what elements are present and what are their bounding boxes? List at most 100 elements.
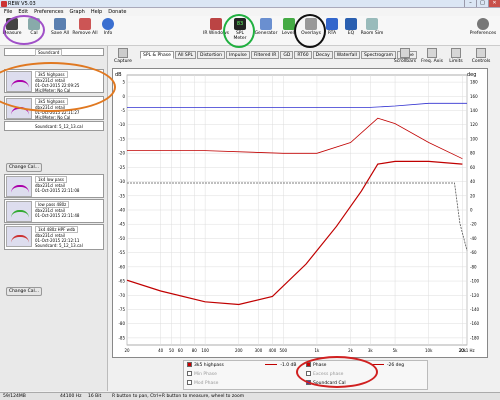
- ir-windows-button[interactable]: IR Windows: [203, 18, 229, 36]
- measurement-item[interactable]: low pass 480z dbx231cl retail 01-Oct-201…: [4, 199, 104, 223]
- cal-button[interactable]: Cal: [24, 18, 44, 36]
- change-cal-button[interactable]: Change Cal...: [6, 287, 42, 296]
- tab-spectrogram[interactable]: Spectrogram: [360, 51, 397, 59]
- legend-row[interactable]: Mod Phase: [187, 380, 218, 388]
- legend-row[interactable]: Phase -26 deg: [306, 362, 404, 370]
- info-button[interactable]: Info: [98, 18, 118, 36]
- levels-button[interactable]: Levels: [279, 18, 299, 36]
- menu-preferences[interactable]: Preferences: [34, 8, 63, 16]
- menu-edit[interactable]: Edit: [18, 8, 28, 16]
- scrollbars-button[interactable]: Scrollbars: [392, 48, 418, 64]
- menu-graph[interactable]: Graph: [69, 8, 84, 16]
- generator-button[interactable]: Generator: [254, 18, 278, 36]
- y2-axis-ticks: 180 160 140 120 100 80 60 40 20 0 -20 -40 -60 -80 -100…: [470, 80, 480, 341]
- y-tick-label: -80: [118, 321, 125, 326]
- legend-checkbox[interactable]: [187, 380, 192, 385]
- measurement-thumbnail: [6, 226, 32, 247]
- legend-value: -26 deg: [386, 363, 405, 368]
- measurement-item[interactable]: 1k4 low pass dbx231cl retail 01-Oct-2015…: [4, 174, 104, 198]
- bit-depth: 16 Bit: [88, 394, 102, 399]
- legend-row[interactable]: Excess phase: [306, 371, 343, 379]
- tab-impulse[interactable]: Impulse: [226, 51, 250, 59]
- y-tick-label: -5: [121, 108, 125, 113]
- tab-rt60[interactable]: RT60: [294, 51, 312, 59]
- legend-row[interactable]: Soundcard Cal: [306, 380, 346, 388]
- measurement-soundcard-cal: Soundcard: 5_12_13.cal: [35, 243, 83, 248]
- eq-icon: [345, 18, 357, 30]
- spl-meter-button[interactable]: 83 SPL Meter: [229, 18, 251, 41]
- room-sim-button[interactable]: Room Sim: [360, 18, 384, 36]
- graph-canvas[interactable]: 50-5-10-15-20-25-30-35-40-45-50-55-60-65…: [113, 69, 489, 359]
- measure-button[interactable]: Measure: [2, 18, 22, 36]
- x-tick-label: 100: [201, 348, 209, 353]
- y2-tick-label: -60: [470, 250, 477, 255]
- y-tick-label: -55: [118, 250, 125, 255]
- measurement-item[interactable]: 1k4 480z HPF wdb dbx231cl retail 01-Oct-…: [4, 224, 104, 250]
- spl-meter-icon: 83: [234, 18, 246, 30]
- measurement-item[interactable]: 3k5 highpass dbx231cl retail 01-Oct-2015…: [4, 96, 104, 120]
- capture-button[interactable]: Capture: [112, 48, 134, 64]
- spl-phase-graph[interactable]: 5 0 -5 -10 -15 -20 -25 -30 -35 -40 -45 -50 -55 -60 -65…: [112, 68, 488, 358]
- x-axis-ticks: 20 40 50 60 80 100 200 300 400 500 1k 2k 3k 5k 10k 20k2…: [124, 348, 474, 353]
- legend-checkbox[interactable]: [306, 371, 311, 376]
- x-tick-label: 500: [279, 348, 287, 353]
- tab-all-spl[interactable]: All SPL: [174, 51, 196, 59]
- y2-tick-label: -120: [470, 293, 480, 298]
- mic-icon: [6, 18, 18, 30]
- measurement-name[interactable]: 3k5 highpass: [35, 98, 68, 105]
- legend-swatch: [265, 364, 278, 365]
- change-cal-button[interactable]: Change Cal...: [6, 163, 42, 172]
- measurement-soundcard[interactable]: Soundcard: [4, 48, 104, 56]
- menu-donate[interactable]: Donate: [108, 8, 126, 16]
- legend-swatch: [371, 364, 384, 365]
- measurement-cal-line: Soundcard: 5_12_13.cal: [4, 121, 104, 131]
- y2-tick-label: 140: [470, 108, 478, 113]
- levels-icon: [283, 18, 295, 30]
- menu-file[interactable]: File: [4, 8, 12, 16]
- tab-waterfall[interactable]: Waterfall: [333, 51, 360, 59]
- rta-button[interactable]: RTA: [322, 18, 342, 36]
- measurement-name[interactable]: 1k4 low pass: [35, 176, 67, 183]
- legend-checkbox[interactable]: [187, 362, 192, 367]
- ir-windows-icon: [210, 18, 222, 30]
- tab-filtered-ir[interactable]: Filtered IR: [250, 51, 280, 59]
- legend-row[interactable]: 3k5 highpass -1.0 dB: [187, 362, 296, 370]
- y2-tick-label: -80: [470, 264, 477, 269]
- measurement-name[interactable]: 1k4 480z HPF wdb: [35, 226, 79, 233]
- y2-tick-label: 180: [470, 80, 478, 85]
- remove-all-button[interactable]: Remove All: [72, 18, 98, 36]
- overlays-icon: [305, 18, 317, 30]
- y-axis-label: dB: [115, 72, 122, 78]
- tab-decay[interactable]: Decay: [312, 51, 333, 59]
- tab-gd[interactable]: GD: [280, 51, 294, 59]
- maximize-button[interactable]: □: [476, 0, 488, 7]
- menu-help[interactable]: Help: [91, 8, 102, 16]
- x-tick-label: 200: [235, 348, 243, 353]
- measurement-name[interactable]: low pass 480z: [35, 201, 70, 208]
- measurement-name[interactable]: 3k5 highpass: [35, 71, 68, 78]
- freq-axis-button[interactable]: Freq. Axis: [420, 48, 444, 64]
- camera-icon: [118, 48, 128, 58]
- eq-button[interactable]: EQ: [341, 18, 361, 36]
- measurement-name[interactable]: Soundcard: [35, 49, 63, 56]
- limits-button[interactable]: Limits: [446, 48, 466, 64]
- y2-tick-label: 80: [470, 151, 476, 156]
- minimize-button[interactable]: –: [464, 0, 476, 7]
- y-tick-label: -15: [118, 136, 125, 141]
- legend-checkbox[interactable]: [187, 371, 192, 376]
- gear-icon: [477, 18, 489, 30]
- close-button[interactable]: ✕: [488, 0, 500, 7]
- tab-spl-phase[interactable]: SPL & Phase: [140, 51, 174, 59]
- save-all-button[interactable]: Save All: [50, 18, 70, 36]
- tab-distortion[interactable]: Distortion: [196, 51, 226, 59]
- legend-checkbox[interactable]: [306, 362, 311, 367]
- legend-name: Mod Phase: [194, 381, 219, 386]
- controls-button[interactable]: Controls: [468, 48, 494, 64]
- preferences-button[interactable]: Preferences: [468, 18, 498, 36]
- legend-checkbox[interactable]: [306, 380, 311, 385]
- measurement-item[interactable]: 3k5 highpass dbx231cl retail 01-Oct-2015…: [4, 69, 104, 93]
- y-tick-label: -35: [118, 193, 125, 198]
- legend-row[interactable]: Min Phase: [187, 371, 217, 379]
- legend-name: Min Phase: [194, 372, 217, 377]
- overlays-button[interactable]: Overlays: [300, 18, 322, 36]
